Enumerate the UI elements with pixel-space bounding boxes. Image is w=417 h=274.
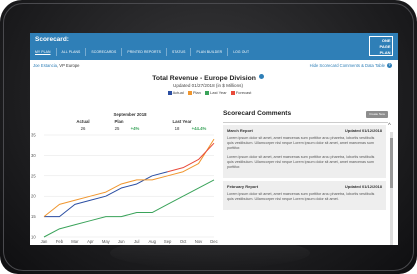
summary-last-year-header: Last Year — [172, 119, 192, 124]
comment-title: March Report — [227, 128, 253, 133]
comments-divider — [223, 122, 388, 123]
series-line-actual — [44, 171, 168, 218]
x-tick-label: Jun — [118, 239, 125, 244]
hide-comments-label: Hide Scorecard Comments & Data Table — [309, 63, 385, 68]
x-tick-label: Sep — [164, 239, 172, 244]
tablet-frame: Scorecard: MY PLAN ALL PLANS SCORECARDS … — [0, 0, 417, 274]
x-tick-label: Jul — [134, 239, 139, 244]
one-page-plan-logo: ONE PAGE PLAN — [369, 36, 393, 56]
user-role: , VP Europe — [56, 63, 80, 68]
nav-scorecards[interactable]: SCORECARDS — [86, 48, 123, 56]
comment-text: Lorem ipsum dolor sit amet, amet maecena… — [227, 136, 375, 150]
summary-actual-header: Actual — [76, 119, 90, 124]
scroll-thumb[interactable] — [390, 138, 393, 188]
info-icon[interactable] — [258, 74, 264, 79]
x-tick-label: Oct — [180, 239, 187, 244]
y-tick-label: 20 — [31, 194, 36, 199]
scroll-up-icon[interactable]: ^ — [388, 123, 391, 129]
nav-plan-builder[interactable]: PLAN BUILDER — [191, 48, 229, 56]
legend-label-last-year: Last Year — [210, 90, 227, 95]
main-nav: MY PLAN ALL PLANS SCORECARDS PRINTED REP… — [35, 48, 254, 56]
nav-my-plan[interactable]: MY PLAN — [35, 48, 57, 56]
comment-title: February Report — [227, 184, 259, 189]
nav-printed-reports[interactable]: PRINTED REPORTS — [122, 48, 167, 56]
header-bar: Scorecard: MY PLAN ALL PLANS SCORECARDS … — [30, 33, 398, 60]
comments-title: Scorecard Comments — [223, 110, 292, 117]
legend-label-actual: Actual — [172, 90, 184, 95]
comment-text: Lorem ipsum dolor sit amet, amet maecena… — [227, 155, 375, 169]
revenue-line-chart: 10 15 20 25 30 35 Jan Feb Mar Apr May Jun Jul Aug Sep O… — [31, 133, 218, 245]
comment-updated: Updated 01/12/2018 — [344, 128, 382, 133]
hide-comments-link[interactable]: Hide Scorecard Comments & Data Table ? — [310, 63, 392, 68]
x-tick-label: May — [102, 239, 111, 244]
comment-text: Lorem ipsum dolor sit amet, amet maecena… — [227, 192, 375, 201]
comment-card: March Report Updated 01/12/2018 Lorem ip… — [223, 125, 386, 178]
x-tick-label: Aug — [148, 239, 156, 244]
user-info: Joe Estancia, VP Europe — [33, 63, 80, 68]
legend-label-plan: Plan — [192, 90, 201, 95]
x-tick-label: Mar — [71, 239, 79, 244]
y-tick-label: 15 — [31, 214, 36, 219]
x-tick-label: Dec — [210, 239, 217, 244]
user-name[interactable]: Joe Estancia — [33, 63, 57, 68]
app-screen: Scorecard: MY PLAN ALL PLANS SCORECARDS … — [30, 33, 398, 245]
x-tick-label: Apr — [87, 239, 94, 244]
logo-line: PLAN — [379, 49, 391, 55]
scroll-track[interactable] — [390, 132, 393, 245]
legend-swatch-last-year — [205, 90, 209, 95]
legend-swatch-forecast — [230, 90, 235, 95]
nav-all-plans[interactable]: ALL PLANS — [57, 48, 87, 56]
y-tick-label: 30 — [31, 153, 36, 158]
comment-card: February Report Updated 01/12/2018 Lorem… — [223, 181, 386, 210]
comment-header: March Report Updated 01/12/2018 — [227, 128, 382, 133]
summary-plan-header: Plan — [114, 119, 124, 124]
legend-swatch-plan — [187, 90, 192, 95]
x-tick-label: Feb — [56, 239, 64, 244]
comment-header: February Report Updated 01/12/2018 — [227, 184, 382, 189]
y-tick-label: 10 — [31, 235, 36, 240]
x-tick-label: Nov — [195, 239, 203, 244]
nav-log-out[interactable]: LOG OUT — [228, 48, 254, 56]
summary-period: September 2018 — [113, 112, 147, 117]
legend-label-forecast: Forecast — [235, 90, 252, 95]
comment-updated: Updated 01/12/2018 — [344, 184, 382, 189]
chart-subtitle: Updated 01/27/2018 (in $ Millions) — [173, 83, 243, 88]
nav-status[interactable]: STATUS — [167, 48, 192, 56]
app-title: Scorecard: — [35, 36, 69, 43]
y-tick-label: 25 — [31, 173, 36, 178]
help-icon[interactable]: ? — [387, 63, 392, 68]
series-line-plan — [43, 138, 215, 217]
legend-swatch-actual — [167, 90, 172, 95]
comment-list: March Report Updated 01/12/2018 Lorem ip… — [223, 125, 386, 245]
x-tick-label: Jan — [41, 239, 48, 244]
chart-title: Total Revenue - Europe Division — [118, 74, 298, 82]
create-new-comment-button[interactable]: Create New — [366, 111, 388, 118]
comments-scrollbar[interactable]: ^ — [387, 123, 396, 245]
y-tick-label: 35 — [31, 133, 36, 138]
chart-legend: Actual Plan Last Year Forecast — [118, 90, 298, 95]
chart-title-text: Total Revenue - Europe Division — [152, 75, 256, 82]
